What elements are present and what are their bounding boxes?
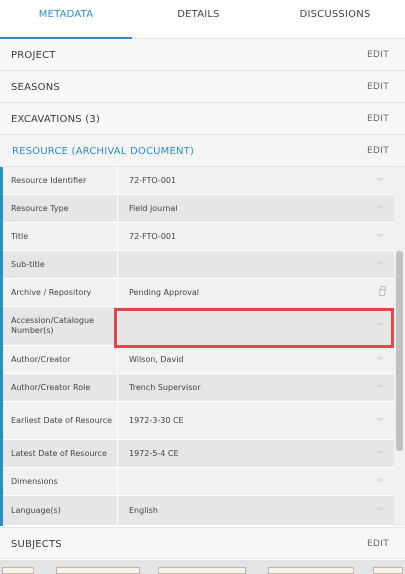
- section-subjects-label: SUBJECTS: [11, 539, 62, 550]
- pencil-icon[interactable]: ✏: [377, 476, 385, 485]
- field-value[interactable]: 72-FTO-001: [129, 167, 374, 194]
- field-label: Latest Date of Resource: [3, 440, 118, 467]
- pencil-icon[interactable]: ✏: [377, 505, 385, 514]
- field-row-author-creator-role: Author/Creator Role Trench Supervisor ✏: [3, 374, 394, 402]
- field-row-author-creator: Author/Creator Wilson, David ✏: [3, 346, 394, 374]
- pencil-icon[interactable]: ✏: [377, 382, 385, 391]
- resource-edit-button[interactable]: EDIT: [367, 146, 389, 156]
- seasons-edit-button[interactable]: EDIT: [367, 82, 389, 92]
- pencil-icon[interactable]: ✏: [377, 259, 385, 268]
- field-row-dimensions: Dimensions ✏: [3, 468, 394, 496]
- field-label: Language(s): [3, 496, 118, 525]
- field-value[interactable]: [129, 251, 374, 278]
- pencil-icon[interactable]: ✏: [377, 231, 385, 240]
- excavations-edit-button[interactable]: EDIT: [367, 114, 389, 124]
- field-label: Dimensions: [3, 468, 118, 495]
- field-value[interactable]: Trench Supervisor: [129, 374, 374, 401]
- field-row-latest-date: Latest Date of Resource 1972-5-4 CE ✏: [3, 440, 394, 468]
- thumbnail[interactable]: [56, 567, 140, 574]
- field-value[interactable]: 1972-5-4 CE: [129, 440, 374, 467]
- field-label: Author/Creator: [3, 346, 118, 373]
- field-row-resource-type: Resource Type Field journal ✏: [3, 195, 394, 223]
- field-row-archive-repository: Archive / Repository Pending Approval: [3, 279, 394, 307]
- thumbnail-strip: [0, 560, 405, 574]
- field-label: Resource Type: [3, 195, 118, 222]
- field-row-resource-identifier: Resource Identifier 72-FTO-001 ✏: [3, 167, 394, 195]
- project-edit-button[interactable]: EDIT: [367, 50, 389, 60]
- field-label: Accession/Catalogue Number(s): [3, 307, 118, 345]
- field-row-languages: Language(s) English ✏: [3, 496, 394, 526]
- section-seasons[interactable]: SEASONS EDIT: [0, 71, 405, 103]
- field-value: Pending Approval: [129, 288, 200, 297]
- section-project[interactable]: PROJECT EDIT: [0, 39, 405, 71]
- field-value[interactable]: Wilson, David: [129, 346, 374, 373]
- pencil-icon[interactable]: ✏: [377, 175, 385, 184]
- subjects-edit-button[interactable]: EDIT: [367, 539, 389, 549]
- tab-bar: METADATA DETAILS DISCUSSIONS: [0, 0, 405, 39]
- tab-details[interactable]: DETAILS: [132, 0, 265, 39]
- thumbnail[interactable]: [268, 567, 354, 574]
- section-excavations-label: EXCAVATIONS (3): [11, 114, 100, 125]
- thumbnail[interactable]: [373, 567, 403, 574]
- field-label: Earliest Date of Resource: [3, 402, 118, 439]
- section-resource-label: RESOURCE (ARCHIVAL DOCUMENT): [12, 146, 195, 157]
- section-subjects[interactable]: SUBJECTS EDIT: [0, 527, 405, 559]
- field-label: Title: [3, 223, 118, 250]
- tab-metadata[interactable]: METADATA: [0, 0, 132, 39]
- pencil-icon[interactable]: ✏: [377, 203, 385, 212]
- field-value[interactable]: 1972-3-30 CE: [129, 402, 374, 439]
- section-seasons-label: SEASONS: [11, 82, 60, 93]
- section-project-label: PROJECT: [11, 50, 56, 61]
- thumbnail[interactable]: [158, 567, 246, 574]
- pencil-icon[interactable]: ✏: [377, 415, 385, 424]
- highlight-box: [114, 308, 394, 348]
- lock-icon: [379, 285, 386, 296]
- section-resource[interactable]: RESOURCE (ARCHIVAL DOCUMENT) EDIT: [0, 135, 405, 167]
- pencil-icon[interactable]: ✏: [377, 448, 385, 457]
- field-label: Author/Creator Role: [3, 374, 118, 401]
- field-value[interactable]: [129, 468, 374, 495]
- thumbnail[interactable]: [2, 567, 34, 574]
- field-value[interactable]: English: [129, 496, 374, 525]
- field-label: Archive / Repository: [3, 279, 118, 306]
- tab-discussions[interactable]: DISCUSSIONS: [265, 0, 405, 39]
- field-row-earliest-date: Earliest Date of Resource 1972-3-30 CE ✏: [3, 402, 394, 440]
- field-label: Resource Identifier: [3, 167, 118, 194]
- field-label: Sub-title: [3, 251, 118, 278]
- section-excavations[interactable]: EXCAVATIONS (3) EDIT: [0, 103, 405, 135]
- scrollbar-thumb[interactable]: [396, 251, 403, 451]
- field-value[interactable]: Field journal: [129, 195, 374, 222]
- field-row-title: Title 72-FTO-001 ✏: [3, 223, 394, 251]
- field-row-sub-title: Sub-title ✏: [3, 251, 394, 279]
- field-value[interactable]: 72-FTO-001: [129, 223, 374, 250]
- pencil-icon[interactable]: ✏: [377, 354, 385, 363]
